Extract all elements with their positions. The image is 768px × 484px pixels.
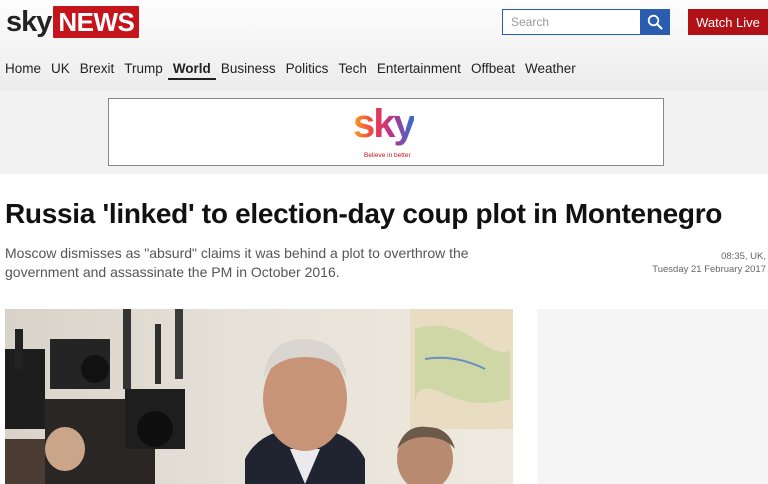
ad-sky-logo: sky (353, 102, 416, 146)
nav-item-brexit[interactable]: Brexit (75, 60, 120, 80)
ad-band: sky Believe in better (0, 90, 768, 174)
nav-item-politics[interactable]: Politics (281, 60, 334, 80)
search-form (502, 9, 670, 35)
logo-news-text: NEWS (53, 6, 140, 38)
nav-item-world[interactable]: World (167, 60, 216, 80)
nav-item-home[interactable]: Home (0, 60, 46, 80)
search-button[interactable] (640, 9, 670, 35)
site-header: sky NEWS Watch Live Home UK Brexit Trump… (0, 0, 768, 90)
sidebar-panel (537, 309, 768, 484)
nav-item-uk[interactable]: UK (46, 60, 75, 80)
nav-item-entertainment[interactable]: Entertainment (372, 60, 466, 80)
nav-item-weather[interactable]: Weather (520, 60, 581, 80)
ad-tagline: Believe in better (364, 152, 411, 159)
nav-item-tech[interactable]: Tech (333, 60, 372, 80)
nav-item-offbeat[interactable]: Offbeat (466, 60, 520, 80)
logo-sky-text: sky (6, 6, 52, 38)
nav-item-business[interactable]: Business (216, 60, 281, 80)
main-nav: Home UK Brexit Trump World Business Poli… (0, 60, 581, 80)
search-input[interactable] (502, 9, 640, 35)
sky-news-logo[interactable]: sky NEWS (6, 5, 140, 39)
article-hero-image[interactable] (5, 309, 513, 484)
article-headline: Russia 'linked' to election-day coup plo… (5, 198, 723, 229)
hero-photo (5, 309, 513, 484)
article-time: 08:35, UK, (721, 251, 766, 262)
watch-live-button[interactable]: Watch Live (688, 9, 768, 35)
article-date: Tuesday 21 February 2017 (652, 264, 766, 275)
article-standfirst: Moscow dismisses as "absurd" claims it w… (5, 245, 469, 280)
nav-item-trump[interactable]: Trump (119, 60, 168, 80)
advertisement[interactable]: sky Believe in better (108, 98, 664, 166)
search-icon (647, 14, 663, 30)
